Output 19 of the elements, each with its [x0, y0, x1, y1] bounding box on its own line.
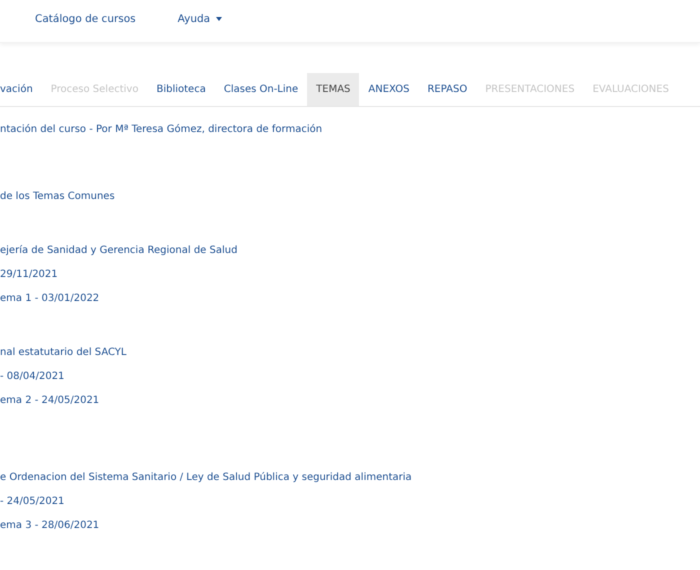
tab[interactable]: Biblioteca: [147, 73, 215, 106]
course-link[interactable]: 29/11/2021: [0, 268, 700, 282]
course-link[interactable]: ejería de Sanidad y Gerencia Regional de Salud: [0, 244, 700, 258]
course-link[interactable]: nal estatutario del SACYL: [0, 346, 700, 360]
dropdown-menu[interactable]: Ayuda: [178, 13, 222, 25]
course-link[interactable]: ema 1 - 03/01/2022: [0, 292, 700, 306]
tab[interactable]: REPASO: [418, 73, 476, 106]
tab[interactable]: ANEXOS: [359, 73, 418, 106]
course-link[interactable]: ema 2 - 24/05/2021: [0, 394, 700, 408]
tab[interactable]: TEMAS: [307, 73, 360, 106]
tab[interactable]: Clases On-Line: [214, 73, 308, 106]
course-link[interactable]: e Ordenacion del Sistema Sanitario / Ley de Salud Pública y seguridad alimentaria: [0, 471, 700, 485]
course-link[interactable]: - 08/04/2021: [0, 370, 700, 384]
tab[interactable]: vación: [0, 73, 42, 106]
course-link[interactable]: - 24/05/2021: [0, 495, 700, 509]
nav-link[interactable]: Catálogo de cursos: [35, 13, 136, 25]
course-link[interactable]: ntación del curso - Por Mª Teresa Gómez, directora de formación: [0, 123, 700, 137]
course-link[interactable]: ema 3 - 28/06/2021: [0, 519, 700, 533]
course-link[interactable]: de los Temas Comunes: [0, 190, 700, 204]
